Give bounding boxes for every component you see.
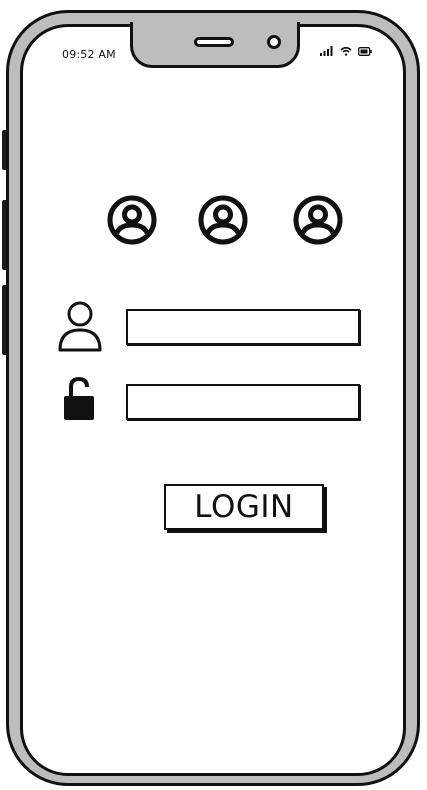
status-time: 09:52 AM — [62, 48, 116, 61]
wifi-icon — [340, 46, 352, 56]
app-stage: 09:52 AM LOGIN — [0, 0, 427, 790]
user-avatar-icon — [293, 195, 343, 245]
status-icons — [320, 46, 372, 56]
user-outline-icon — [58, 301, 102, 352]
user-avatar-icon — [107, 195, 157, 245]
signal-icon — [320, 46, 333, 56]
speaker-grille — [194, 37, 234, 47]
password-field[interactable] — [126, 384, 360, 420]
front-camera — [267, 35, 281, 49]
battery-icon — [358, 47, 372, 56]
phone-notch — [130, 22, 300, 68]
user-avatar-icon — [198, 195, 248, 245]
username-field[interactable] — [126, 309, 360, 345]
unlocked-padlock-icon — [64, 376, 94, 420]
login-button[interactable]: LOGIN — [164, 484, 324, 530]
